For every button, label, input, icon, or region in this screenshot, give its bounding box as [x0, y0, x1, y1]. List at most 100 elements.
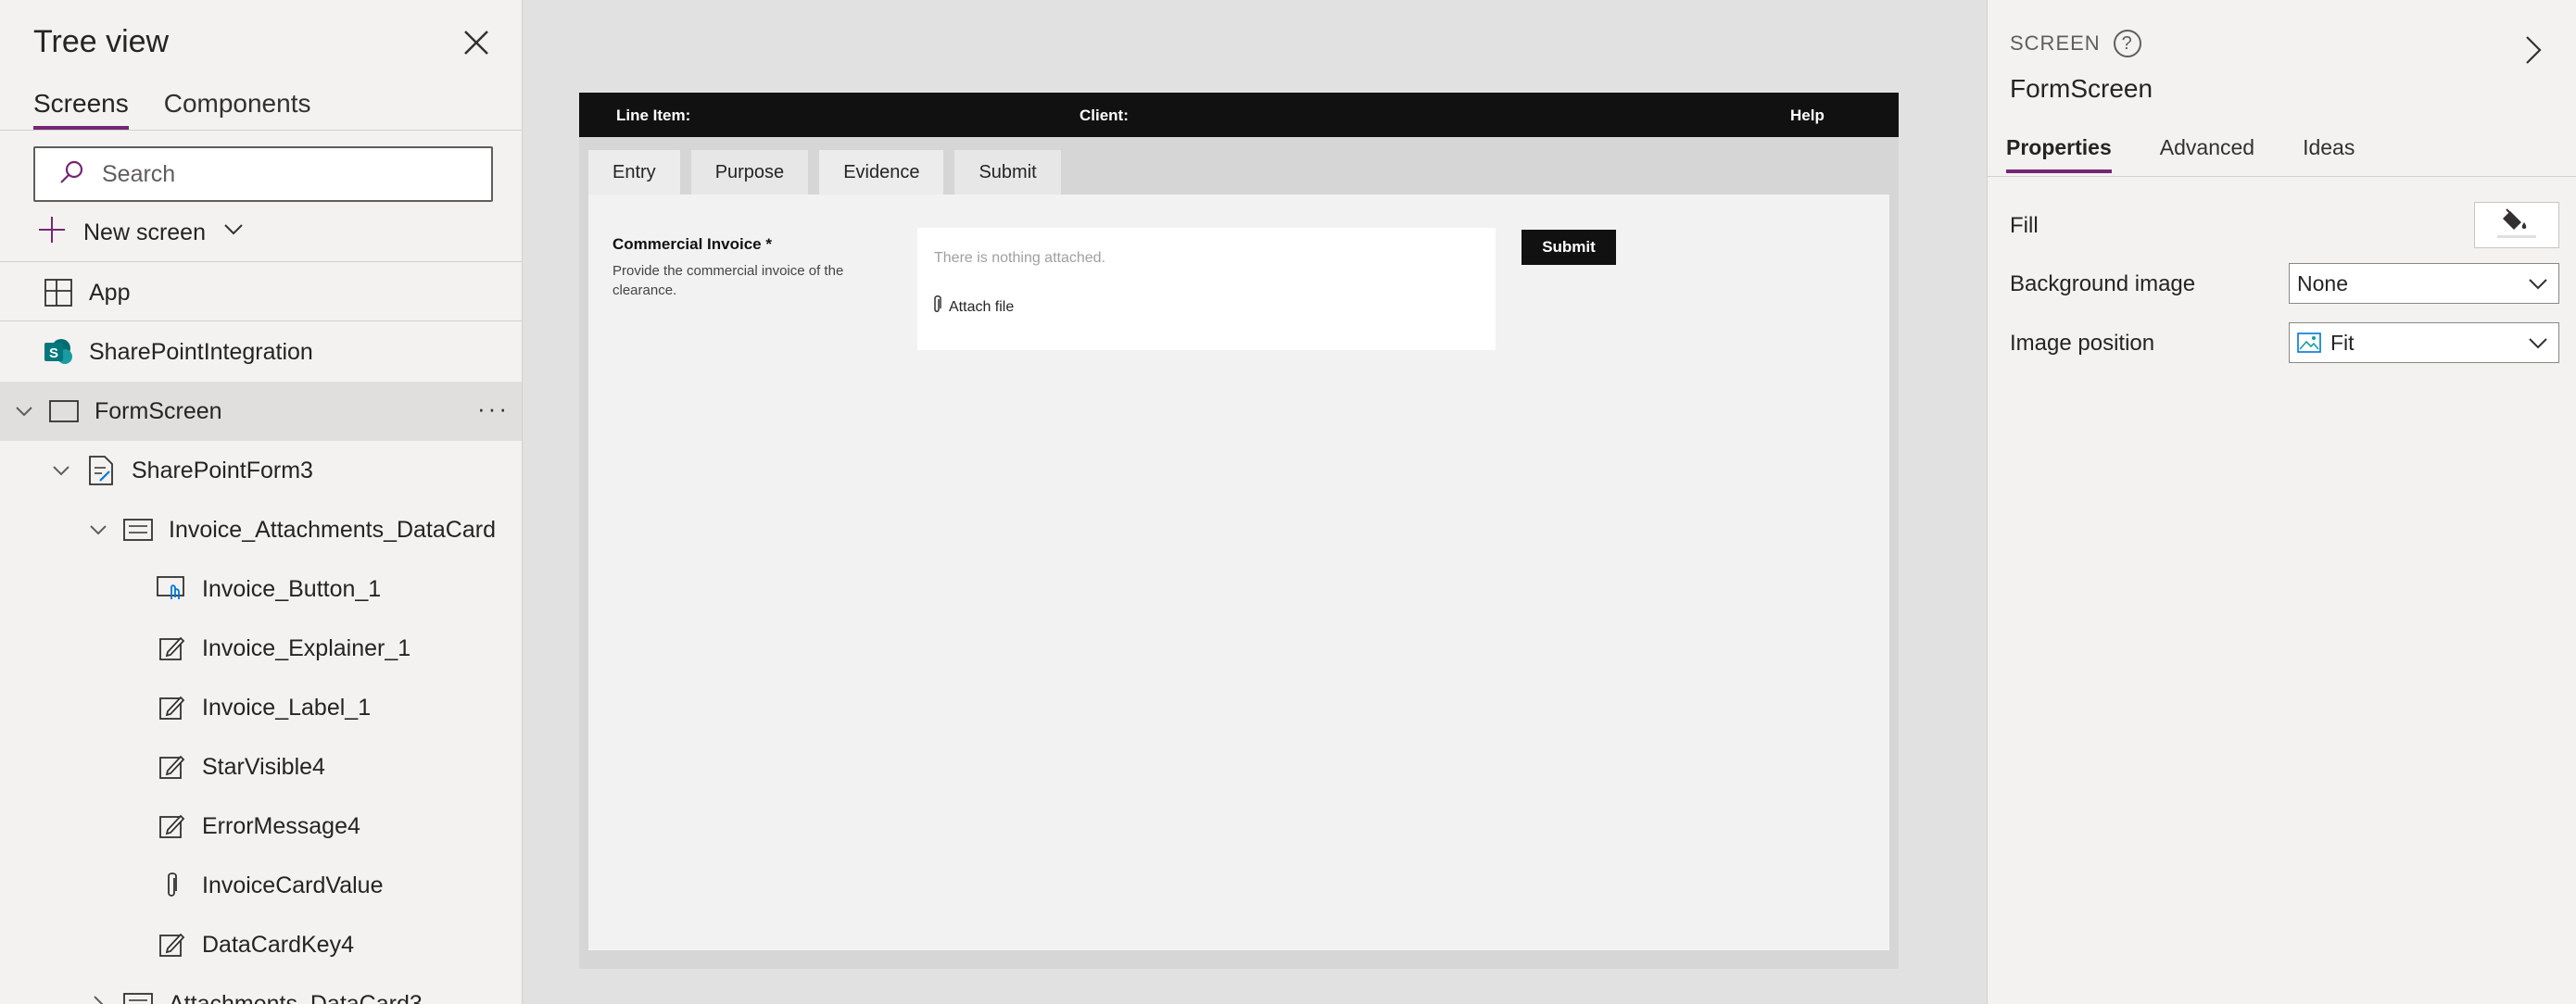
tree-view-title: Tree view	[33, 24, 170, 59]
attachments-control[interactable]: There is nothing attached. Attach file	[917, 228, 1496, 350]
submit-button[interactable]: Submit	[1522, 230, 1616, 265]
divider	[0, 130, 522, 131]
tree-item-label: Attachments_DataCard3	[169, 990, 423, 1004]
tree-item-datacardkey4[interactable]: DataCardKey4	[0, 915, 522, 974]
divider	[0, 261, 522, 262]
search-box[interactable]	[33, 146, 493, 202]
search-input[interactable]	[102, 160, 473, 188]
tree-item-label: ErrorMessage4	[202, 812, 360, 839]
edit-label-icon	[156, 633, 187, 664]
edit-label-icon	[156, 692, 187, 723]
close-icon[interactable]	[458, 24, 495, 61]
fill-label: Fill	[2010, 213, 2039, 238]
tree-item-errormessage4[interactable]: ErrorMessage4	[0, 797, 522, 856]
app-tabs: Entry Purpose Evidence Submit	[588, 150, 1061, 195]
tree-item-label: StarVisible4	[202, 753, 325, 780]
app-icon	[43, 277, 74, 308]
divider	[0, 320, 522, 321]
chevron-down-icon[interactable]	[13, 400, 35, 422]
image-position-label: Image position	[2010, 331, 2155, 356]
tab-purpose[interactable]: Purpose	[690, 150, 809, 195]
tab-evidence[interactable]: Evidence	[819, 150, 944, 195]
app-header: Line Item: Client: Help	[579, 93, 1899, 137]
properties-tabs: Properties Advanced Ideas	[2006, 135, 2355, 173]
divider	[1988, 176, 2576, 177]
chevron-down-icon[interactable]	[222, 219, 245, 247]
datacard-icon	[122, 514, 154, 546]
app-screen-preview[interactable]: Line Item: Client: Help Entry Purpose Ev…	[579, 93, 1899, 969]
tree-item-sharepointform3[interactable]: SharePointForm3	[0, 441, 522, 500]
edit-label-icon	[156, 810, 187, 842]
chevron-down-icon[interactable]	[50, 459, 72, 482]
commercial-invoice-label: Commercial Invoice *	[612, 235, 772, 253]
control-kind: SCREEN ?	[2010, 30, 2141, 57]
plus-icon	[37, 215, 67, 251]
attach-file-button[interactable]: Attach file	[930, 295, 1014, 320]
search-icon	[57, 158, 85, 191]
screen-icon	[48, 395, 80, 427]
tree-item-label: InvoiceCardValue	[202, 872, 384, 898]
tab-entry[interactable]: Entry	[588, 150, 680, 195]
paperclip-icon	[930, 295, 943, 320]
form-body: Commercial Invoice * Provide the commerc…	[588, 195, 1889, 950]
tab-advanced[interactable]: Advanced	[2160, 135, 2254, 173]
button-icon	[156, 573, 187, 605]
tree-item-label: FormScreen	[95, 397, 222, 424]
attach-file-label: Attach file	[949, 298, 1015, 315]
properties-panel: SCREEN ? FormScreen Properties Advanced …	[1987, 0, 2576, 1004]
image-position-dropdown[interactable]: Fit	[2289, 322, 2559, 363]
client-label: Client:	[1080, 107, 1129, 124]
tree-item-label: Invoice_Button_1	[202, 575, 382, 602]
tree-tabs: Screens Components	[33, 89, 310, 130]
help-link[interactable]: Help	[1790, 107, 1825, 125]
tree-item-label: SharePointIntegration	[89, 338, 313, 365]
paperclip-icon	[156, 870, 187, 901]
tree-item-starvisible4[interactable]: StarVisible4	[0, 737, 522, 797]
form-icon	[85, 455, 117, 486]
tree-item-label: Invoice_Label_1	[202, 694, 372, 721]
background-image-label: Background image	[2010, 271, 2196, 296]
sharepoint-icon: S	[43, 336, 74, 368]
attachments-empty-text: There is nothing attached.	[934, 250, 1106, 266]
tree-item-invoice-label-1[interactable]: Invoice_Label_1	[0, 678, 522, 737]
tree-item-label: SharePointForm3	[132, 457, 313, 483]
more-options-icon[interactable]: ···	[477, 395, 510, 423]
chevron-down-icon[interactable]	[87, 519, 109, 541]
background-image-dropdown[interactable]: None	[2289, 263, 2559, 304]
tree-item-invoice-button-1[interactable]: Invoice_Button_1	[0, 559, 522, 619]
tree-item-sharepointintegration[interactable]: S SharePointIntegration	[0, 322, 522, 382]
tree-item-attachments-datacard3[interactable]: Attachments_DataCard3	[0, 974, 522, 1004]
tree-item-label: Invoice_Attachments_DataCard	[169, 516, 496, 543]
background-image-value: None	[2297, 270, 2348, 295]
svg-text:S: S	[49, 345, 58, 361]
image-position-value: Fit	[2330, 330, 2355, 355]
tab-ideas[interactable]: Ideas	[2303, 135, 2355, 173]
chevron-right-icon[interactable]	[87, 993, 109, 1004]
edit-label-icon	[156, 929, 187, 960]
edit-label-icon	[156, 751, 187, 783]
tree-view-panel: Tree view Screens Components New screen …	[0, 0, 523, 1004]
help-icon[interactable]: ?	[2113, 30, 2141, 57]
tree-item-formscreen[interactable]: FormScreen ···	[0, 382, 522, 441]
new-screen-button[interactable]: New screen	[37, 215, 245, 251]
tab-components[interactable]: Components	[164, 89, 311, 130]
paint-bucket-icon	[2494, 206, 2540, 245]
chevron-down-icon	[2527, 273, 2549, 301]
new-screen-label: New screen	[83, 220, 206, 245]
line-item-label: Line Item:	[616, 107, 691, 124]
image-icon	[2297, 333, 2321, 353]
tree-item-invoice-explainer-1[interactable]: Invoice_Explainer_1	[0, 619, 522, 678]
commercial-invoice-explainer: Provide the commercial invoice of the cl…	[612, 263, 844, 298]
control-name: FormScreen	[2010, 74, 2153, 103]
tab-screens[interactable]: Screens	[33, 89, 129, 130]
chevron-right-icon[interactable]	[2521, 33, 2545, 71]
tree-item-label: App	[89, 279, 131, 306]
fill-color-picker[interactable]	[2474, 202, 2559, 248]
tree-item-label: DataCardKey4	[202, 931, 354, 958]
datacard-icon	[122, 988, 154, 1004]
tree-item-app[interactable]: App	[0, 263, 522, 322]
tree-item-invoice-attachments-datacard[interactable]: Invoice_Attachments_DataCard	[0, 500, 522, 559]
tab-properties[interactable]: Properties	[2006, 135, 2112, 173]
tree-item-invoicecardvalue[interactable]: InvoiceCardValue	[0, 856, 522, 915]
tab-submit[interactable]: Submit	[954, 150, 1061, 195]
